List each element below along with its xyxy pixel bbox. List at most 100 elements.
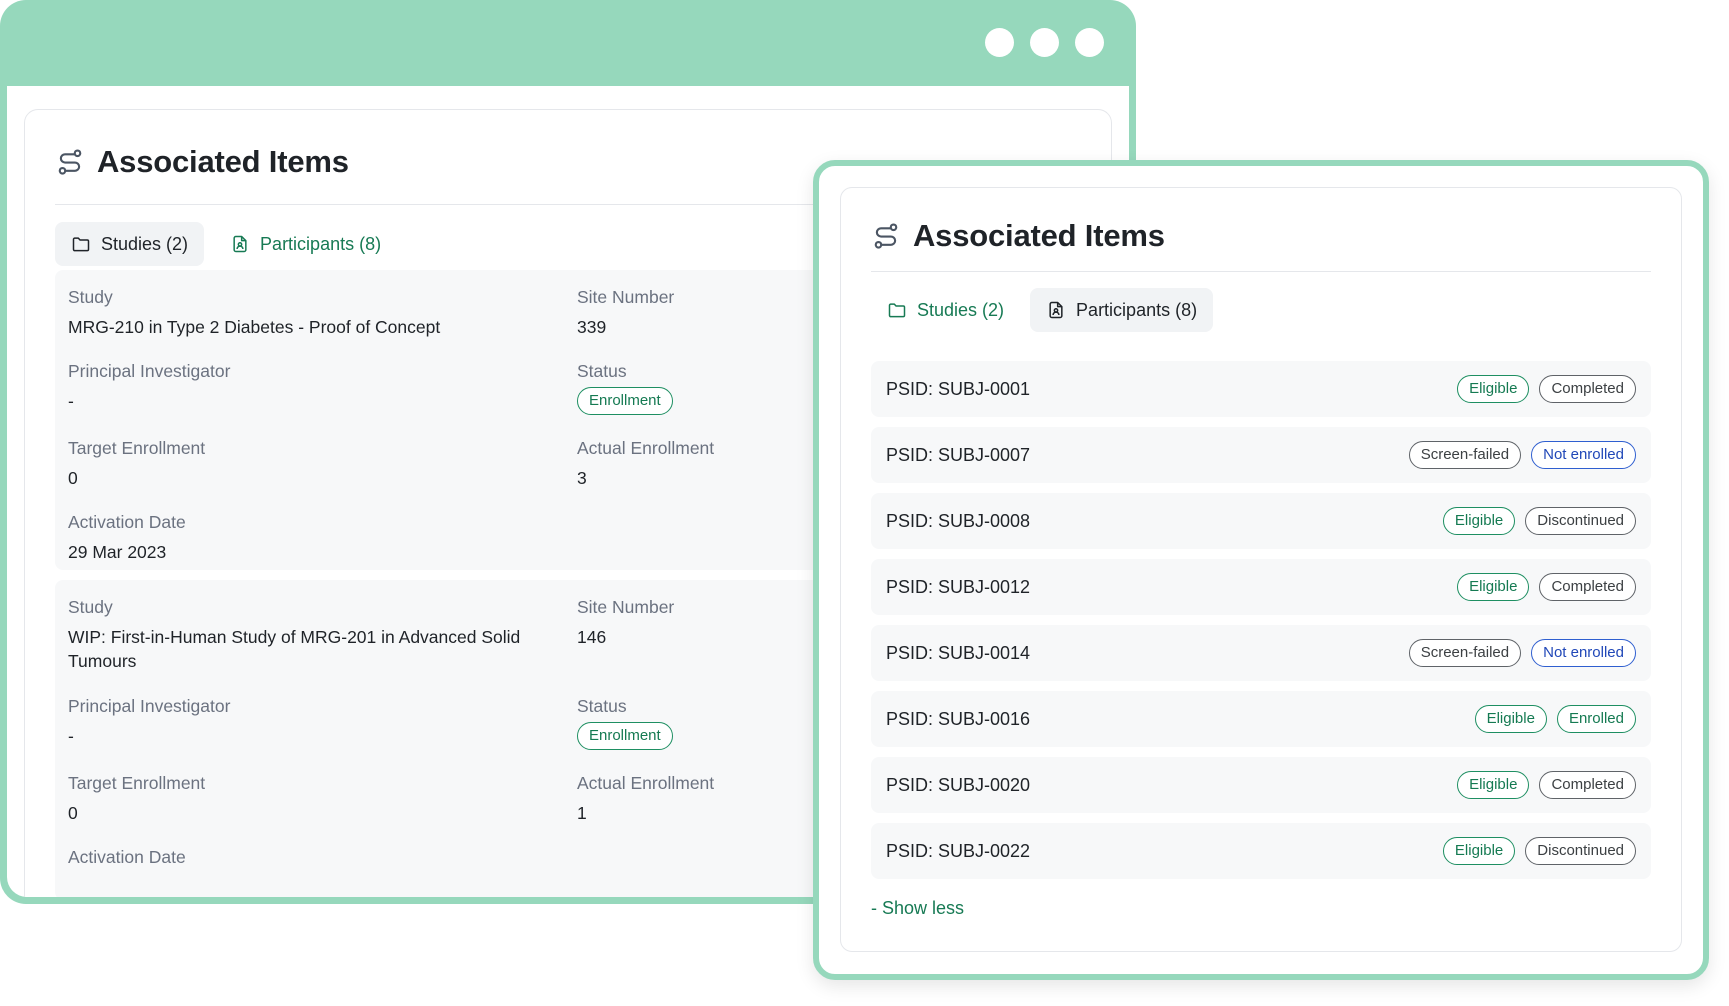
psid: PSID: SUBJ-0016 bbox=[886, 708, 1031, 729]
route-icon bbox=[874, 223, 898, 249]
status-badge: Not enrolled bbox=[1531, 441, 1636, 469]
psid: PSID: SUBJ-0008 bbox=[886, 510, 1031, 531]
participant-badges: Eligible Completed bbox=[1457, 573, 1636, 601]
eligibility-badge: Eligible bbox=[1442, 507, 1516, 535]
target-enrollment-value: 0 bbox=[68, 803, 78, 823]
tab-participants[interactable]: Participants (8) bbox=[214, 222, 397, 266]
status-badge: Completed bbox=[1539, 573, 1636, 601]
study-label: Study bbox=[68, 597, 113, 617]
status-badge: Discontinued bbox=[1525, 837, 1636, 865]
card-header: Associated Items bbox=[871, 218, 1165, 254]
window-controls bbox=[985, 28, 1104, 57]
status-badge: Enrollment bbox=[577, 722, 673, 750]
target-enrollment-field: Target Enrollment 0 bbox=[68, 437, 205, 490]
window-dot-1[interactable] bbox=[985, 28, 1014, 57]
card-title: Associated Items bbox=[913, 218, 1165, 253]
eligibility-badge: Eligible bbox=[1442, 837, 1516, 865]
target-enrollment-label: Target Enrollment bbox=[68, 438, 206, 458]
tab-studies[interactable]: Studies (2) bbox=[871, 288, 1020, 332]
participant-row[interactable]: PSID: SUBJ-0001 Eligible Completed bbox=[871, 361, 1651, 417]
actual-enrollment-value: 3 bbox=[577, 468, 587, 488]
participant-row[interactable]: PSID: SUBJ-0008 Eligible Discontinued bbox=[871, 493, 1651, 549]
folder-icon bbox=[72, 237, 90, 252]
participant-row[interactable]: PSID: SUBJ-0014 Screen-failed Not enroll… bbox=[871, 625, 1651, 681]
activation-date-label: Activation Date bbox=[68, 847, 186, 867]
status-label: Status bbox=[577, 361, 627, 381]
psid: PSID: SUBJ-0012 bbox=[886, 576, 1031, 597]
actual-enrollment-field: Actual Enrollment 3 bbox=[577, 437, 714, 490]
window-dot-3[interactable] bbox=[1075, 28, 1104, 57]
site-number-field: Site Number 339 bbox=[577, 286, 674, 339]
participant-row[interactable]: PSID: SUBJ-0012 Eligible Completed bbox=[871, 559, 1651, 615]
tab-bar: Studies (2) Participants (8) bbox=[55, 222, 397, 266]
status-badge: Enrolled bbox=[1556, 705, 1636, 733]
eligibility-badge: Eligible bbox=[1457, 573, 1530, 601]
psid: PSID: SUBJ-0020 bbox=[886, 774, 1031, 795]
tab-participants[interactable]: Participants (8) bbox=[1030, 288, 1214, 332]
activation-date-value: 29 Mar 2023 bbox=[68, 542, 167, 562]
status-field: Status Enrollment bbox=[577, 695, 673, 750]
status-label: Status bbox=[577, 696, 627, 716]
participant-badges: Eligible Enrolled bbox=[1474, 705, 1636, 733]
eligibility-badge: Eligible bbox=[1457, 375, 1530, 403]
eligibility-badge: Screen-failed bbox=[1408, 639, 1522, 667]
associated-items-card: Associated Items Studies (2) Participant… bbox=[840, 187, 1682, 952]
site-number-value: 146 bbox=[577, 627, 607, 647]
file-user-icon bbox=[233, 235, 247, 253]
status-badge: Completed bbox=[1539, 771, 1636, 799]
tab-label: Participants (8) bbox=[1076, 299, 1198, 320]
card-title: Associated Items bbox=[97, 144, 349, 179]
front-window: Associated Items Studies (2) Participant… bbox=[813, 160, 1709, 980]
target-enrollment-label: Target Enrollment bbox=[68, 773, 206, 793]
card-header: Associated Items bbox=[55, 144, 349, 180]
participant-badges: Eligible Completed bbox=[1457, 375, 1636, 403]
participant-list: PSID: SUBJ-0001 Eligible Completed PSID:… bbox=[871, 361, 1651, 889]
psid: PSID: SUBJ-0007 bbox=[886, 444, 1031, 465]
window-dot-2[interactable] bbox=[1030, 28, 1059, 57]
route-icon bbox=[58, 149, 82, 175]
psid: PSID: SUBJ-0022 bbox=[886, 840, 1031, 861]
participant-badges: Eligible Discontinued bbox=[1442, 837, 1636, 865]
participant-badges: Eligible Discontinued bbox=[1442, 507, 1636, 535]
window-titlebar bbox=[0, 0, 1136, 86]
participant-row[interactable]: PSID: SUBJ-0016 Eligible Enrolled bbox=[871, 691, 1651, 747]
eligibility-badge: Eligible bbox=[1474, 705, 1547, 733]
pi-value: - bbox=[68, 726, 74, 746]
eligibility-badge: Screen-failed bbox=[1408, 441, 1522, 469]
actual-enrollment-label: Actual Enrollment bbox=[577, 773, 715, 793]
study-value: MRG-210 in Type 2 Diabetes - Proof of Co… bbox=[68, 317, 441, 337]
tab-label: Participants (8) bbox=[260, 233, 382, 254]
status-badge: Discontinued bbox=[1525, 507, 1636, 535]
eligibility-badge: Eligible bbox=[1457, 771, 1530, 799]
actual-enrollment-value: 1 bbox=[577, 803, 587, 823]
status-badge: Enrollment bbox=[577, 387, 673, 415]
tab-studies[interactable]: Studies (2) bbox=[55, 222, 205, 266]
status-badge: Not enrolled bbox=[1531, 639, 1636, 667]
actual-enrollment-field: Actual Enrollment 1 bbox=[577, 772, 714, 825]
pi-field: Principal Investigator - bbox=[68, 360, 230, 413]
site-number-value: 339 bbox=[577, 317, 607, 337]
show-less-link[interactable]: - Show less bbox=[871, 898, 964, 919]
study-field: Study WIP: First-in-Human Study of MRG-2… bbox=[68, 596, 538, 673]
psid: PSID: SUBJ-0001 bbox=[886, 378, 1031, 399]
site-number-label: Site Number bbox=[577, 287, 675, 307]
target-enrollment-field: Target Enrollment 0 bbox=[68, 772, 205, 825]
file-user-icon bbox=[1049, 301, 1063, 319]
tab-bar: Studies (2) Participants (8) bbox=[871, 288, 1214, 332]
actual-enrollment-label: Actual Enrollment bbox=[577, 438, 715, 458]
status-field: Status Enrollment bbox=[577, 360, 673, 415]
site-number-label: Site Number bbox=[577, 597, 675, 617]
site-number-field: Site Number 146 bbox=[577, 596, 674, 649]
participant-badges: Eligible Completed bbox=[1457, 771, 1636, 799]
participant-row[interactable]: PSID: SUBJ-0022 Eligible Discontinued bbox=[871, 823, 1651, 879]
participant-row[interactable]: PSID: SUBJ-0007 Screen-failed Not enroll… bbox=[871, 427, 1651, 483]
tab-label: Studies (2) bbox=[917, 299, 1005, 320]
activation-date-label: Activation Date bbox=[68, 512, 186, 532]
target-enrollment-value: 0 bbox=[68, 468, 78, 488]
participant-row[interactable]: PSID: SUBJ-0020 Eligible Completed bbox=[871, 757, 1651, 813]
study-label: Study bbox=[68, 287, 113, 307]
pi-field: Principal Investigator - bbox=[68, 695, 230, 748]
folder-icon bbox=[888, 303, 906, 318]
participant-badges: Screen-failed Not enrolled bbox=[1408, 441, 1636, 469]
pi-label: Principal Investigator bbox=[68, 361, 231, 381]
